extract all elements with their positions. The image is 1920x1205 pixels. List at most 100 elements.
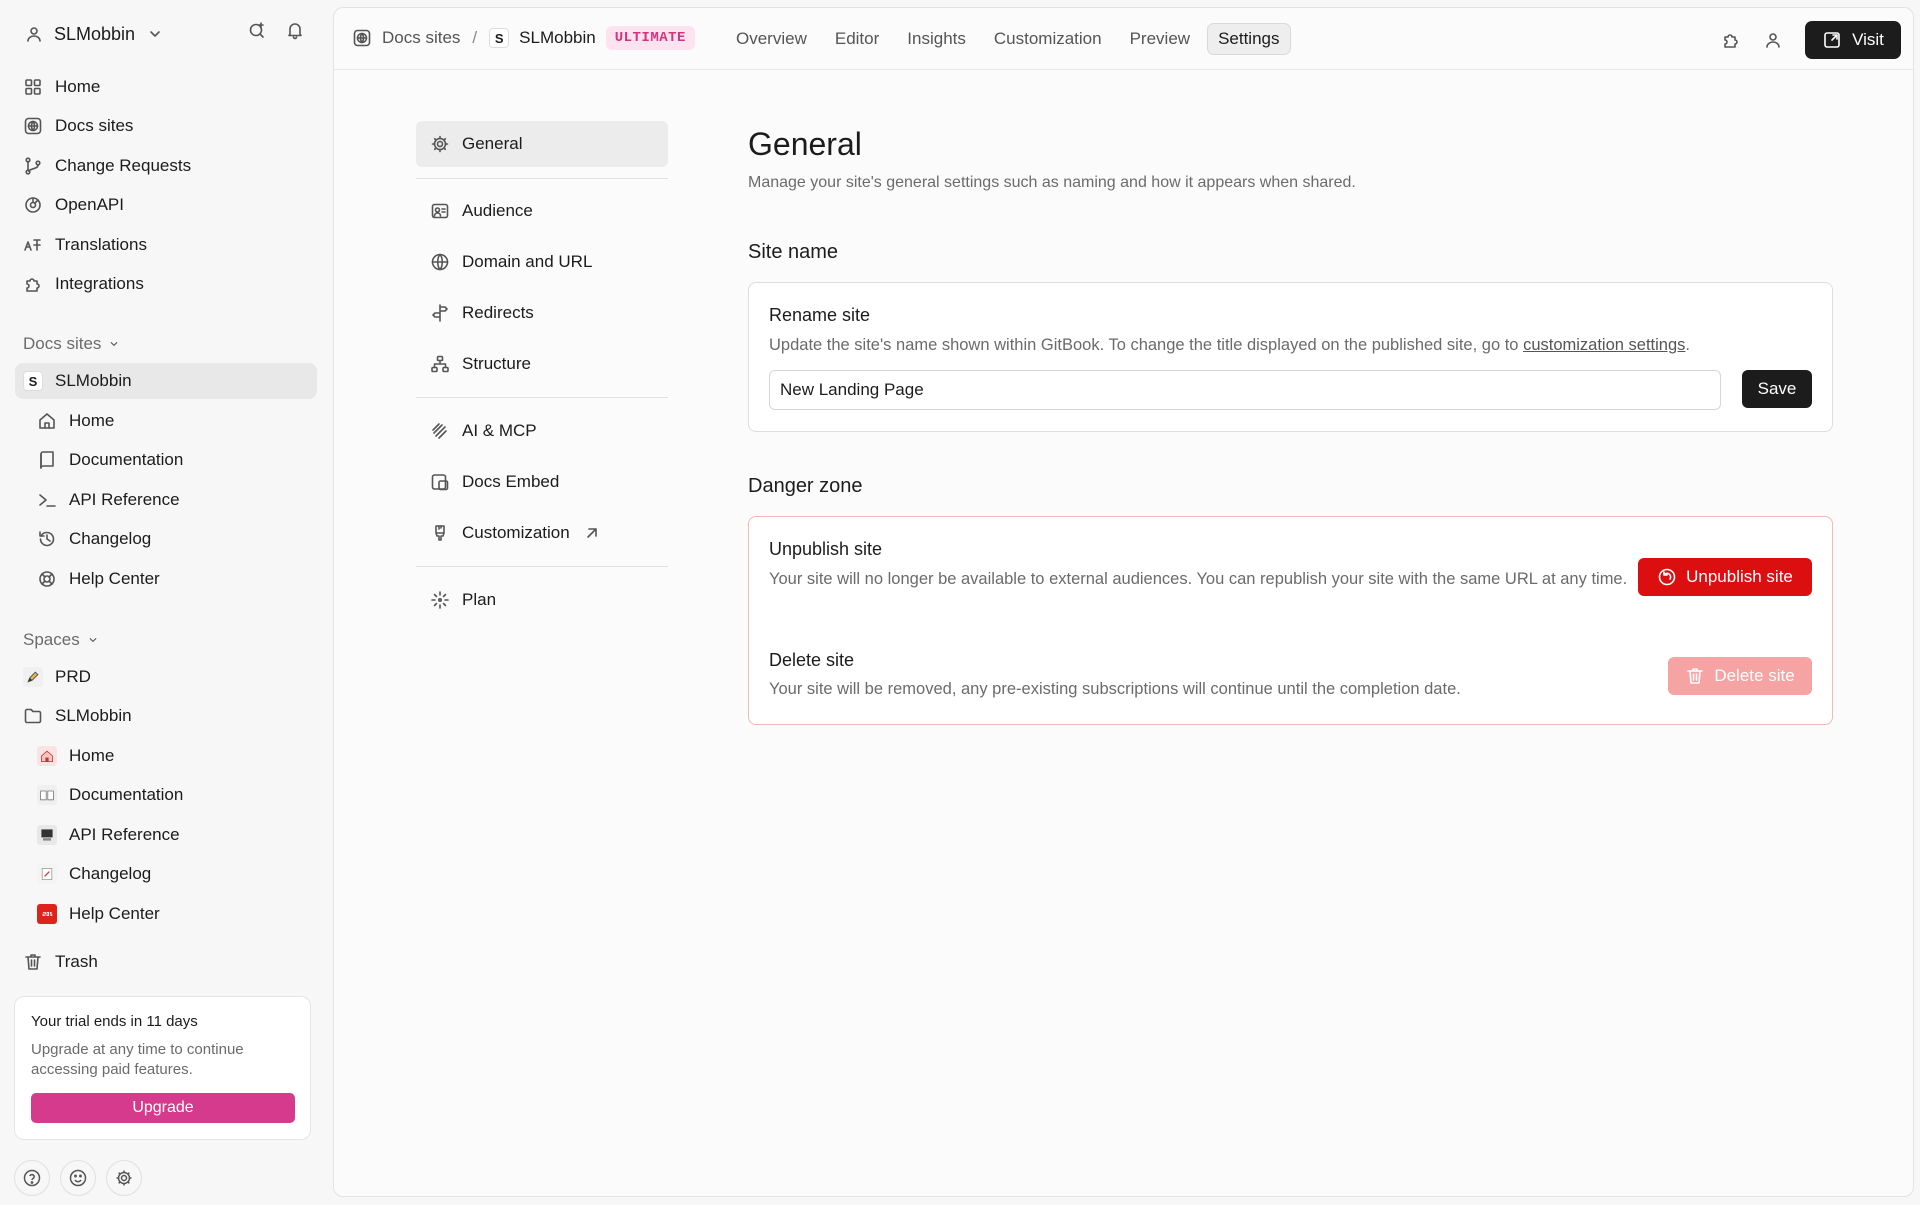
rename-site-description: Update the site's name shown within GitB… <box>769 333 1690 358</box>
sidebar-site-item-home[interactable]: Home <box>15 403 317 439</box>
sidebar-item-label: Help Center <box>69 904 160 923</box>
tab-overview[interactable]: Overview <box>725 23 818 55</box>
delete-label: Delete site <box>1714 666 1795 685</box>
sidebar-space-changelog[interactable]: Changelog <box>15 856 317 892</box>
section-label: Docs sites <box>23 334 102 353</box>
house-emoji-icon <box>37 746 57 766</box>
sidebar-space-home[interactable]: Home <box>15 738 317 774</box>
sparkle-icon <box>430 590 450 610</box>
settings-nav-ai-mcp[interactable]: AI & MCP <box>416 409 668 453</box>
site-badge: S <box>23 371 43 391</box>
house-icon <box>37 411 57 431</box>
delete-site-button[interactable]: Delete site <box>1668 657 1812 695</box>
sidebar-item-translations[interactable]: Translations <box>15 227 317 263</box>
trash-icon <box>23 952 43 972</box>
sidebar-item-label: Changelog <box>69 864 152 883</box>
settings-nav-redirects[interactable]: Redirects <box>416 291 668 335</box>
customization-settings-link[interactable]: customization settings <box>1523 336 1685 354</box>
main-panel: Docs sites / S SLMobbin ULTIMATE Overvie… <box>333 7 1914 1197</box>
sidebar-site-item-changelog[interactable]: Changelog <box>15 521 317 557</box>
book-icon <box>37 450 57 470</box>
docs-sites-section-header[interactable]: Docs sites <box>23 332 121 356</box>
breadcrumb-site-name[interactable]: SLMobbin <box>519 28 596 48</box>
settings-nav-label: Customization <box>462 523 570 542</box>
site-tabs: Overview Editor Insights Customization P… <box>725 23 1291 55</box>
sidebar-item-label: Changelog <box>69 529 152 548</box>
unpublish-icon <box>1657 567 1677 587</box>
sidebar-site-item-help-center[interactable]: Help Center <box>15 561 317 597</box>
sidebar-site-item-api-reference[interactable]: API Reference <box>15 482 317 518</box>
memo-emoji-icon <box>37 864 57 884</box>
user-icon <box>24 24 44 44</box>
visit-button[interactable]: Visit <box>1805 21 1901 59</box>
workspace-name: SLMobbin <box>54 23 136 44</box>
settings-nav-label: Redirects <box>462 303 534 322</box>
site-badge: S <box>489 28 510 48</box>
trial-card: Your trial ends in 11 days Upgrade at an… <box>14 996 311 1140</box>
folder-icon <box>23 706 43 726</box>
puzzle-icon <box>23 274 43 294</box>
sidebar-space-prd[interactable]: PRD <box>15 659 317 695</box>
sidebar-item-openapi[interactable]: OpenAPI <box>15 187 317 223</box>
upgrade-button[interactable]: Upgrade <box>31 1093 295 1123</box>
globe-icon <box>23 116 43 136</box>
sidebar-item-trash[interactable]: Trash <box>15 944 317 980</box>
sidebar-space-slmobbin[interactable]: SLMobbin <box>15 698 317 734</box>
gear-icon[interactable] <box>106 1160 142 1196</box>
rename-site-card: Rename site Update the site's name shown… <box>748 282 1833 432</box>
sidebar-item-home[interactable]: Home <box>15 69 317 105</box>
history-icon <box>37 529 57 549</box>
settings-nav-audience[interactable]: Audience <box>416 189 668 233</box>
sidebar-item-label: OpenAPI <box>55 195 124 214</box>
unpublish-site-button[interactable]: Unpublish site <box>1638 558 1812 596</box>
settings-nav-label: Audience <box>462 201 533 220</box>
sidebar-item-site-slmobbin[interactable]: S SLMobbin <box>15 363 317 399</box>
tab-settings[interactable]: Settings <box>1207 23 1291 55</box>
sidebar-site-item-documentation[interactable]: Documentation <box>15 442 317 478</box>
branch-icon <box>23 156 43 176</box>
book-emoji-icon <box>37 785 57 805</box>
smiley-icon[interactable] <box>60 1160 96 1196</box>
bell-icon[interactable] <box>285 20 305 40</box>
site-name-input[interactable] <box>769 370 1721 410</box>
breadcrumb-separator: / <box>472 28 478 47</box>
settings-nav-plan[interactable]: Plan <box>416 578 668 622</box>
settings-nav-customization[interactable]: Customization <box>416 511 668 555</box>
sidebar-space-api-reference[interactable]: API Reference <box>15 817 317 853</box>
new-search-icon[interactable] <box>247 20 267 40</box>
sidebar-space-help-center[interactable]: Help Center <box>15 896 317 932</box>
trial-title: Your trial ends in 11 days <box>31 1013 198 1030</box>
sidebar-space-documentation[interactable]: Documentation <box>15 777 317 813</box>
settings-nav-structure[interactable]: Structure <box>416 342 668 386</box>
breadcrumb-docs-sites[interactable]: Docs sites <box>382 28 460 48</box>
embed-icon <box>430 472 450 492</box>
save-button[interactable]: Save <box>1742 370 1812 408</box>
sidebar-item-label: Documentation <box>69 785 184 804</box>
help-icon[interactable] <box>14 1160 50 1196</box>
description-text: . <box>1685 336 1690 354</box>
settings-nav-domain-and-url[interactable]: Domain and URL <box>416 240 668 284</box>
spaces-section-header[interactable]: Spaces <box>23 628 100 652</box>
tab-editor[interactable]: Editor <box>824 23 890 55</box>
signpost-icon <box>430 303 450 323</box>
sidebar-item-label: Trash <box>55 952 98 971</box>
globe-icon <box>352 28 372 48</box>
sidebar-item-docs-sites[interactable]: Docs sites <box>15 108 317 144</box>
puzzle-icon[interactable] <box>1721 30 1741 50</box>
sidebar-item-label: Change Requests <box>55 156 192 175</box>
tab-customization[interactable]: Customization <box>983 23 1113 55</box>
trial-description: Upgrade at any time to continue accessin… <box>31 1041 244 1078</box>
tab-preview[interactable]: Preview <box>1119 23 1201 55</box>
settings-nav-docs-embed[interactable]: Docs Embed <box>416 460 668 504</box>
users-icon[interactable] <box>1763 30 1783 50</box>
breadcrumb: Docs sites / S SLMobbin ULTIMATE <box>352 26 695 50</box>
sidebar-item-change-requests[interactable]: Change Requests <box>15 148 317 184</box>
settings-nav-label: Domain and URL <box>462 252 593 271</box>
translate-icon <box>23 235 43 255</box>
workspace-switcher[interactable]: SLMobbin <box>24 20 165 48</box>
settings-nav-general[interactable]: General <box>416 121 668 167</box>
sidebar-item-label: Translations <box>55 235 147 254</box>
sidebar-item-integrations[interactable]: Integrations <box>15 266 317 302</box>
divider <box>416 397 668 398</box>
tab-insights[interactable]: Insights <box>896 23 977 55</box>
